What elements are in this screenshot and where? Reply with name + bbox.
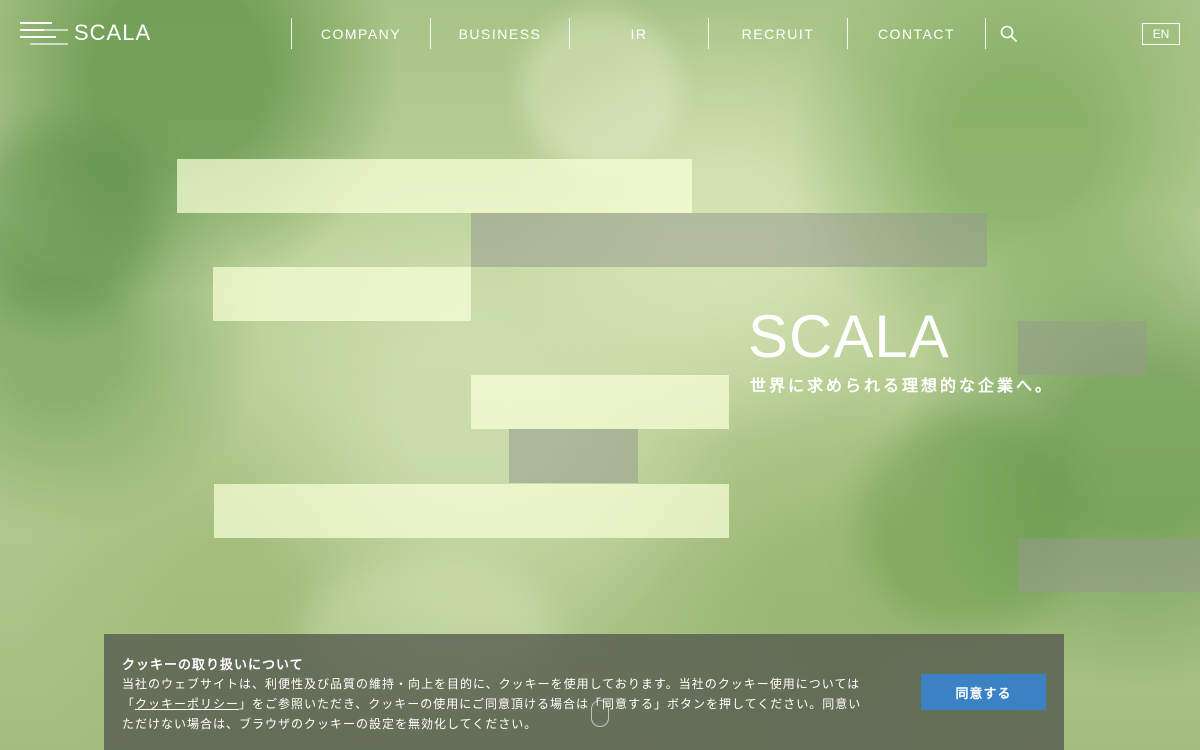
bracket: 「 — [122, 697, 136, 711]
cookie-text-line: ただけない場合は、ブラウザのクッキーの設定を無効化してください。 — [122, 717, 538, 731]
nav-company[interactable]: COMPANY — [291, 18, 430, 49]
nav-business[interactable]: BUSINESS — [430, 18, 569, 49]
nav-recruit[interactable]: RECRUIT — [708, 18, 847, 49]
cookie-banner: クッキーの取り扱いについて 当社のウェブサイトは、利便性及び品質の維持・向上を目… — [104, 634, 1064, 750]
hero-block — [214, 484, 729, 538]
main-nav: COMPANY BUSINESS IR RECRUIT CONTACT — [291, 18, 986, 49]
hero-title: SCALA — [748, 303, 950, 370]
bokeh-green — [860, 410, 1080, 630]
language-switch-button[interactable]: EN — [1142, 23, 1180, 45]
search-icon[interactable] — [999, 24, 1019, 44]
scroll-indicator-icon[interactable] — [591, 700, 609, 727]
cookie-text-line: 「クッキーポリシー」をご参照いただき、クッキーの使用にご同意頂ける場合は「同意す… — [122, 694, 902, 714]
bokeh-green — [0, 120, 160, 320]
cookie-policy-link[interactable]: クッキーポリシー — [135, 697, 239, 711]
hero-block — [1018, 538, 1200, 592]
cookie-title: クッキーの取り扱いについて — [122, 657, 304, 672]
site-logo[interactable]: SCALA — [20, 20, 151, 46]
hero-block — [1018, 321, 1147, 375]
hero-block — [471, 375, 729, 429]
hero-block — [177, 159, 692, 213]
cookie-text-line: 当社のウェブサイトは、利便性及び品質の維持・向上を目的に、クッキーを使用しており… — [122, 677, 861, 691]
hero-tagline: 世界に求められる理想的な企業へ。 — [750, 378, 1055, 395]
brand-name: SCALA — [74, 20, 152, 45]
agree-button[interactable]: 同意する — [921, 674, 1046, 710]
nav-ir[interactable]: IR — [569, 18, 708, 49]
site-header: SCALA COMPANY BUSINESS IR RECRUIT CONTAC… — [0, 0, 1200, 66]
cookie-text: 当社のウェブサイトは、利便性及び品質の維持・向上を目的に、クッキーを使用しており… — [122, 674, 902, 734]
hero-block — [213, 267, 471, 321]
nav-contact[interactable]: CONTACT — [847, 18, 986, 49]
hero-block — [509, 429, 638, 483]
menu-icon[interactable] — [20, 20, 68, 46]
hero-block — [471, 213, 987, 267]
cookie-text-fragment: 」をご参照いただき、クッキーの使用にご同意頂ける場合は「同意する」ボタンを押して… — [239, 697, 862, 711]
